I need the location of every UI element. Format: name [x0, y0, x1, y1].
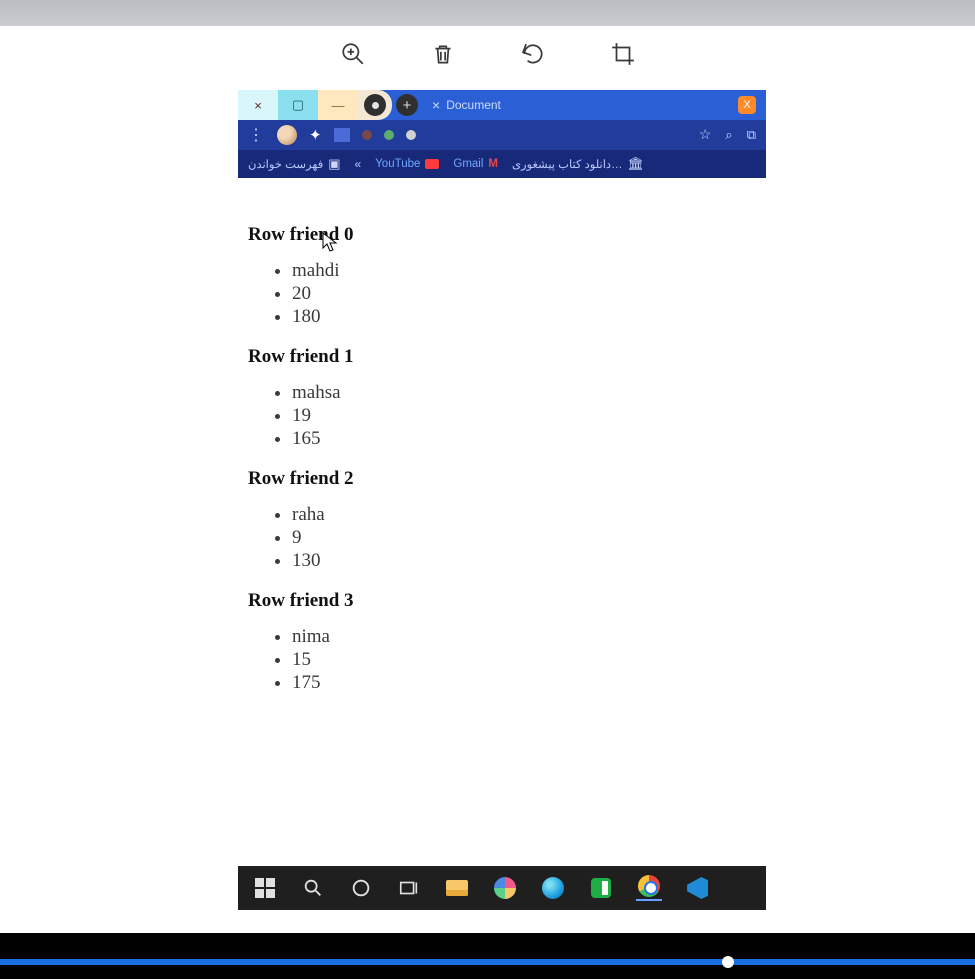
zoom-in-icon[interactable]: [339, 40, 367, 68]
browser-window: × ▢ — + × Document X ⋮ ✦ ☆ ⌕ ⧉: [238, 90, 766, 178]
vscode-icon[interactable]: [684, 875, 710, 901]
row-heading: Row friend 1: [248, 346, 768, 368]
list-item: mahdi: [292, 260, 768, 282]
crop-icon[interactable]: [609, 40, 637, 68]
pinned-tab[interactable]: [358, 90, 392, 120]
video-bottom-strip: [0, 933, 975, 979]
share-icon[interactable]: ⧉: [747, 127, 756, 143]
bank-icon: 🏛: [628, 156, 645, 172]
stage: × ▢ — + × Document X ⋮ ✦ ☆ ⌕ ⧉: [0, 0, 975, 979]
window-maximize-button[interactable]: ▢: [278, 90, 318, 120]
extension-icon[interactable]: [362, 130, 372, 140]
taskbar-search-icon[interactable]: [300, 875, 326, 901]
page-content: Row friend 0 mahdi 20 180 Row friend 1 m…: [248, 210, 768, 700]
bookmark-reading-list[interactable]: فهرست خواندن ▣: [248, 156, 341, 172]
video-progress-knob[interactable]: [722, 956, 734, 968]
bookmarks-bar: فهرست خواندن ▣ « YouTube Gmail M دانلود …: [238, 150, 766, 178]
background-strip: [0, 0, 975, 26]
rotate-icon[interactable]: [519, 40, 547, 68]
app-icon[interactable]: [492, 875, 518, 901]
start-button[interactable]: [252, 875, 278, 901]
edge-icon[interactable]: [540, 875, 566, 901]
editor-toolbar: [339, 40, 637, 68]
list-item: raha: [292, 504, 768, 526]
list-item: 15: [292, 649, 768, 671]
extension-icon[interactable]: [406, 130, 416, 140]
chrome-icon[interactable]: [636, 875, 662, 901]
video-progress-bar[interactable]: [0, 959, 975, 965]
row-heading: Row friend 0: [248, 224, 768, 246]
task-view-icon[interactable]: [396, 875, 422, 901]
row-list: nima 15 175: [248, 626, 768, 694]
extensions-icon[interactable]: ✦: [309, 126, 322, 144]
tab-close-icon[interactable]: ×: [432, 97, 440, 113]
list-item: mahsa: [292, 382, 768, 404]
gmail-icon: M: [488, 158, 498, 170]
list-item: nima: [292, 626, 768, 648]
extension-icon[interactable]: [384, 130, 394, 140]
active-tab[interactable]: × Document X: [422, 90, 766, 120]
list-item: 175: [292, 672, 768, 694]
tab-title: Document: [446, 98, 501, 112]
tab-strip: × ▢ — + × Document X: [238, 90, 766, 120]
bookmark-gmail[interactable]: Gmail M: [453, 158, 498, 170]
new-tab-button[interactable]: +: [392, 90, 422, 120]
reading-list-icon: ▣: [328, 156, 340, 172]
extension-badge-icon[interactable]: X: [738, 96, 756, 114]
search-icon[interactable]: ⌕: [725, 127, 732, 143]
windows-taskbar: [238, 866, 766, 910]
file-explorer-icon[interactable]: [444, 875, 470, 901]
window-controls: × ▢ —: [238, 90, 358, 120]
address-bar: ⋮ ✦ ☆ ⌕ ⧉: [238, 120, 766, 150]
row-list: mahdi 20 180: [248, 260, 768, 328]
trash-icon[interactable]: [429, 40, 457, 68]
list-item: 165: [292, 428, 768, 450]
bookmark-book-download[interactable]: دانلود کتاب پیشغوری… 🏛: [512, 156, 644, 172]
youtube-icon: [425, 159, 439, 169]
list-item: 19: [292, 405, 768, 427]
cortana-icon[interactable]: [348, 875, 374, 901]
window-minimize-button[interactable]: —: [318, 90, 358, 120]
menu-icon[interactable]: ⋮: [248, 125, 265, 145]
camtasia-icon[interactable]: [588, 875, 614, 901]
list-item: 20: [292, 283, 768, 305]
chevron-icon[interactable]: «: [355, 157, 362, 171]
row-list: raha 9 130: [248, 504, 768, 572]
profile-avatar-icon[interactable]: [277, 125, 297, 145]
extension-icon[interactable]: [334, 128, 350, 142]
window-close-button[interactable]: ×: [238, 90, 278, 120]
row-heading: Row friend 3: [248, 590, 768, 612]
row-heading: Row friend 2: [248, 468, 768, 490]
list-item: 180: [292, 306, 768, 328]
list-item: 9: [292, 527, 768, 549]
bookmark-youtube[interactable]: YouTube: [375, 158, 439, 170]
bookmark-star-icon[interactable]: ☆: [699, 127, 712, 144]
list-item: 130: [292, 550, 768, 572]
row-list: mahsa 19 165: [248, 382, 768, 450]
